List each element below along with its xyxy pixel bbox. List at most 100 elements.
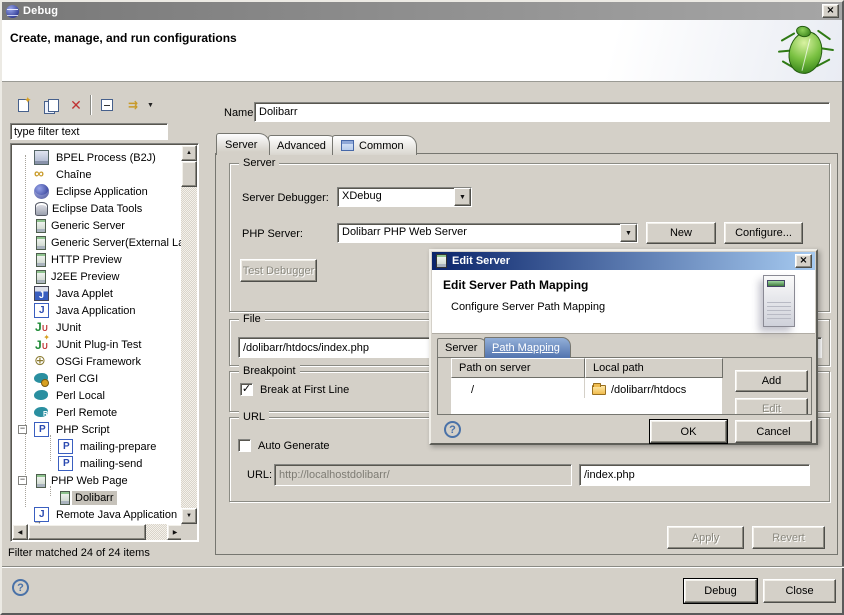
close-button[interactable]: Close [763,579,836,603]
tree-item-generic-server-external-la[interactable]: Generic Server(External La [12,234,181,251]
type-filter-input[interactable] [10,123,168,140]
tree-item-label: Java Application [53,304,139,318]
cell-text: / [471,384,474,396]
filter-button[interactable]: ⇉ [122,95,144,115]
vscroll-thumb[interactable] [181,161,197,187]
filter-icon: ⇉ [128,99,138,111]
server-icon [436,254,447,268]
dialog-header-subtitle: Configure Server Path Mapping [451,301,605,313]
collapse-toggle-icon[interactable] [18,476,27,485]
scroll-down-icon[interactable]: ▼ [181,508,197,524]
tree-item-perl-cgi[interactable]: Perl CGI [12,370,181,387]
duplicate-icon [44,99,57,112]
add-button-label: Add [762,375,782,387]
java-icon [34,303,49,318]
tree-item-bpel-process-b2j[interactable]: BPEL Process (B2J) [12,149,181,166]
column-header-local-path[interactable]: Local path [585,358,723,378]
tree-item-label: Eclipse Data Tools [49,202,145,216]
remote-java-icon [34,507,49,522]
tree-item-java-applet[interactable]: Java Applet [12,285,181,302]
tree-item-dolibarr[interactable]: Dolibarr [12,489,181,506]
tree-item-osgi-framework[interactable]: OSGi Framework [12,353,181,370]
perl-icon [34,388,49,403]
duplicate-configuration-button[interactable] [39,95,61,115]
tree-item-java-application[interactable]: Java Application [12,302,181,319]
cancel-button-label: Cancel [756,426,790,438]
perl-cgi-icon [34,371,49,386]
tree-vscrollbar[interactable] [181,145,197,524]
folder-icon [592,385,606,395]
tab-advanced[interactable]: Advanced [268,135,339,155]
edit-mapping-button[interactable]: Edit [735,398,808,415]
server-icon [36,270,46,284]
server-icon [60,491,70,505]
tree-item-generic-server[interactable]: Generic Server [12,217,181,234]
toolbar-separator [90,95,92,115]
dialog-help-icon[interactable]: ? [444,421,461,438]
table-cell-path-on-server[interactable]: / [451,378,585,398]
tree-item-php-web-page[interactable]: PHP Web Page [12,472,181,489]
tree-item-junit-plug-in-test[interactable]: ✦JUnit Plug-in Test [12,336,181,353]
tree-item-http-preview[interactable]: HTTP Preview [12,251,181,268]
tree-item-label: Generic Server(External La [48,236,181,250]
tree-item-cha-ne[interactable]: Chaîne [12,166,181,183]
configuration-tree: BPEL Process (B2J)ChaîneEclipse Applicat… [10,143,199,542]
dialog-tab-server[interactable]: Server [437,338,488,357]
cancel-button[interactable]: Cancel [735,420,812,443]
tree-item-label: JUnit Plug-in Test [53,338,144,352]
dialog-header: Edit Server Path Mapping Configure Serve… [432,270,815,334]
tab-server[interactable]: Server [216,133,270,155]
tree-item-perl-local[interactable]: Perl Local [12,387,181,404]
tree-item-eclipse-data-tools[interactable]: Eclipse Data Tools [12,200,181,217]
new-configuration-icon: ✦ [18,99,29,112]
tree-item-junit[interactable]: JUnit [12,319,181,336]
tree-item-label: Generic Server [48,219,128,233]
tab-common-label: Common [359,140,404,152]
cell-text: /dolibarr/htdocs [611,384,686,396]
dialog-close-button[interactable]: × [795,254,812,268]
scroll-left-icon[interactable]: ◀ [12,524,28,540]
config-tree-rows: BPEL Process (B2J)ChaîneEclipse Applicat… [12,145,181,524]
dialog-tab-content: Path on server Local path / /dolibarr/ht… [437,357,812,415]
dialog-tab-server-label: Server [445,342,477,354]
tree-item-mailing-prepare[interactable]: mailing-prepare [12,438,181,455]
tree-item-label: Perl Local [53,389,108,403]
scroll-up-icon[interactable]: ▲ [181,145,197,161]
column-header-path-on-server[interactable]: Path on server [451,358,585,378]
window-titlebar: Debug × [2,2,842,20]
tree-item-label: JUnit [53,321,84,335]
add-mapping-button[interactable]: Add [735,370,808,392]
perl-remote-icon [34,405,49,420]
chain-icon [34,167,49,182]
filter-menu-caret-icon[interactable]: ▼ [147,102,154,109]
new-configuration-button[interactable]: ✦ [12,95,34,115]
name-input[interactable] [254,102,830,122]
tree-item-label: Perl CGI [53,372,101,386]
collapse-toggle-icon[interactable] [18,425,27,434]
collapse-all-button[interactable] [96,95,118,115]
window-close-button[interactable]: × [822,4,839,18]
hscroll-thumb[interactable] [28,524,146,540]
tree-item-eclipse-application[interactable]: Eclipse Application [12,183,181,200]
debug-button[interactable]: Debug [684,579,757,603]
debug-window: Debug × Create, manage, and run configur… [0,0,844,615]
tree-item-mailing-send[interactable]: mailing-send [12,455,181,472]
delete-configuration-button[interactable]: ✕ [65,95,87,115]
dialog-header-title: Edit Server Path Mapping [443,278,588,292]
tree-item-label: PHP Script [53,423,113,437]
ok-button-label: OK [681,426,697,438]
column-label: Local path [593,362,644,374]
tree-item-php-script[interactable]: PHP Script [12,421,181,438]
edit-server-dialog: Edit Server × Edit Server Path Mapping C… [429,249,818,445]
table-cell-local-path[interactable]: /dolibarr/htdocs [585,378,723,398]
osgi-icon [34,354,49,369]
tab-common[interactable]: Common [332,135,417,155]
tree-item-remote-java-application[interactable]: Remote Java Application [12,506,181,523]
server-icon [36,474,46,488]
tree-item-perl-remote[interactable]: Perl Remote [12,404,181,421]
help-icon[interactable]: ? [12,579,29,596]
scrollbar-corner [181,524,197,540]
tree-item-j2ee-preview[interactable]: J2EE Preview [12,268,181,285]
ok-button[interactable]: OK [650,420,727,443]
dialog-tab-path-mapping[interactable]: Path Mapping [484,337,571,358]
